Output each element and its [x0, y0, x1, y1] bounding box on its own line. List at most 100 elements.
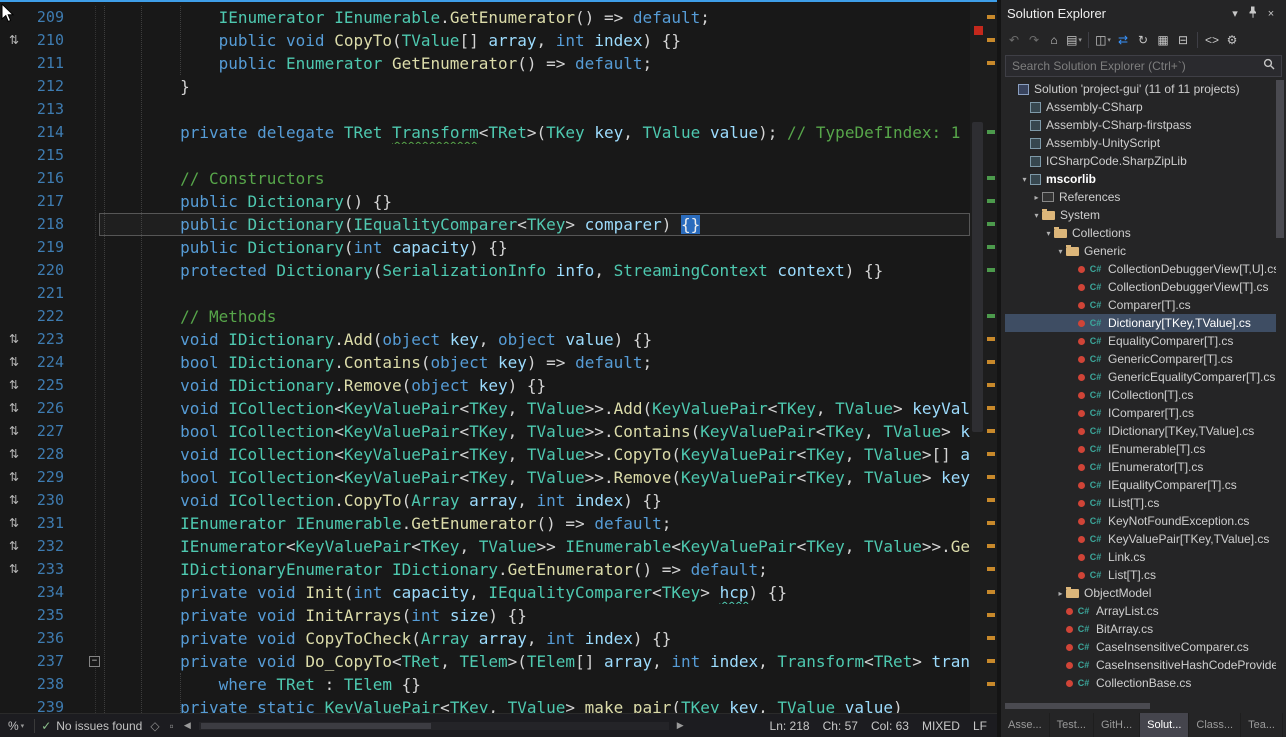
editor-horizontal-scrollbar[interactable] — [199, 722, 669, 730]
panel-tab-asse[interactable]: Asse... — [1001, 713, 1050, 737]
search-icon[interactable] — [1263, 57, 1275, 75]
code-line-220[interactable]: 220 protected Dictionary(SerializationIn… — [0, 259, 970, 282]
interface-impl-icon[interactable]: ⇅ — [0, 374, 28, 397]
pin-icon[interactable] — [1244, 6, 1262, 21]
code-line-232[interactable]: ⇅232 IEnumerator<KeyValuePair<TKey, TVal… — [0, 535, 970, 558]
tree-item-equalitycomparer-t-cs[interactable]: C#EqualityComparer[T].cs — [1005, 332, 1276, 350]
encoding-indicator[interactable]: MIXED — [922, 719, 960, 733]
scrollbar-thumb[interactable] — [1276, 80, 1284, 238]
tree-vertical-scrollbar[interactable] — [1275, 78, 1285, 700]
tree-item-list-t-cs[interactable]: C#List[T].cs — [1005, 566, 1276, 584]
tree-item-system[interactable]: ▾System — [1005, 206, 1276, 224]
editor-vertical-scrollbar[interactable] — [970, 2, 985, 713]
tree-horizontal-scrollbar[interactable] — [1005, 702, 1265, 710]
search-input[interactable] — [1012, 59, 1259, 73]
interface-impl-icon[interactable]: ⇅ — [0, 420, 28, 443]
tree-item-idictionary-tkey-tvalue-cs[interactable]: C#IDictionary[TKey,TValue].cs — [1005, 422, 1276, 440]
scroll-left-icon[interactable]: ◀ — [182, 720, 193, 731]
tree-item-arraylist-cs[interactable]: C#ArrayList.cs — [1005, 602, 1276, 620]
properties-icon[interactable]: ⚙ — [1223, 30, 1241, 50]
tree-item-icollection-t-cs[interactable]: C#ICollection[T].cs — [1005, 386, 1276, 404]
chevron-collapsed-icon[interactable]: ▸ — [1055, 589, 1066, 598]
chevron-expanded-icon[interactable]: ▾ — [1055, 247, 1066, 256]
code-line-224[interactable]: ⇅224 bool IDictionary.Contains(object ke… — [0, 351, 970, 374]
code-cleanup-icon[interactable]: ◇ — [148, 719, 161, 733]
tree-item-ienumerator-t-cs[interactable]: C#IEnumerator[T].cs — [1005, 458, 1276, 476]
code-editor[interactable]: 209 IEnumerator IEnumerable.GetEnumerato… — [0, 0, 997, 713]
tree-item-assembly-unityscript[interactable]: Assembly-UnityScript — [1005, 134, 1276, 152]
code-line-222[interactable]: 222 // Methods — [0, 305, 970, 328]
tree-item-assembly-csharp-firstpass[interactable]: Assembly-CSharp-firstpass — [1005, 116, 1276, 134]
scrollbar-thumb[interactable] — [201, 723, 431, 729]
code-line-230[interactable]: ⇅230 void ICollection.CopyTo(Array array… — [0, 489, 970, 512]
zoom-control[interactable]: % ▾ — [4, 719, 28, 733]
panel-tab-solut[interactable]: Solut... — [1140, 713, 1189, 737]
code-line-219[interactable]: 219 public Dictionary(int capacity) {} — [0, 236, 970, 259]
view-code-icon[interactable]: <> — [1203, 30, 1221, 50]
tree-item-collectiondebuggerview-t-cs[interactable]: C#CollectionDebuggerView[T].cs — [1005, 278, 1276, 296]
code-line-233[interactable]: ⇅233 IDictionaryEnumerator IDictionary.G… — [0, 558, 970, 581]
chevron-collapsed-icon[interactable]: ▸ — [1031, 193, 1042, 202]
interface-impl-icon[interactable]: ⇅ — [0, 466, 28, 489]
tree-item-solution-project-gui-11-of-11-projects[interactable]: Solution 'project-gui' (11 of 11 project… — [1005, 80, 1276, 98]
tree-item-references[interactable]: ▸References — [1005, 188, 1276, 206]
code-line-210[interactable]: ⇅210 public void CopyTo(TValue[] array, … — [0, 29, 970, 52]
fold-collapse-icon[interactable]: − — [89, 656, 100, 667]
tree-item-objectmodel[interactable]: ▸ObjectModel — [1005, 584, 1276, 602]
tree-item-mscorlib[interactable]: ▾mscorlib — [1005, 170, 1276, 188]
code-line-223[interactable]: ⇅223 void IDictionary.Add(object key, ob… — [0, 328, 970, 351]
panel-tab-test[interactable]: Test... — [1050, 713, 1094, 737]
panel-tab-gith[interactable]: GitH... — [1094, 713, 1140, 737]
tree-item-collectiondebuggerview-t-u-cs[interactable]: C#CollectionDebuggerView[T,U].cs — [1005, 260, 1276, 278]
scroll-right-icon[interactable]: ▶ — [675, 720, 686, 731]
collapse-all-icon[interactable]: ⊟ — [1174, 30, 1192, 50]
search-box[interactable] — [1005, 55, 1282, 77]
code-line-234[interactable]: 234 private void Init(int capacity, IEqu… — [0, 581, 970, 604]
panel-tab-class[interactable]: Class... — [1189, 713, 1241, 737]
tree-item-comparer-t-cs[interactable]: C#Comparer[T].cs — [1005, 296, 1276, 314]
code-line-231[interactable]: ⇅231 IEnumerator IEnumerable.GetEnumerat… — [0, 512, 970, 535]
chevron-expanded-icon[interactable]: ▾ — [1043, 229, 1054, 238]
forward-icon[interactable]: ↷ — [1025, 30, 1043, 50]
sync-with-active-document-icon[interactable]: ⇄ — [1114, 30, 1132, 50]
code-line-218[interactable]: 218 public Dictionary(IEqualityComparer<… — [0, 213, 970, 236]
interface-impl-icon[interactable]: ⇅ — [0, 351, 28, 374]
show-all-files-icon[interactable]: ▦ — [1154, 30, 1172, 50]
tree-item-caseinsensitivecomparer-cs[interactable]: C#CaseInsensitiveComparer.cs — [1005, 638, 1276, 656]
tree-item-iequalitycomparer-t-cs[interactable]: C#IEqualityComparer[T].cs — [1005, 476, 1276, 494]
code-line-228[interactable]: ⇅228 void ICollection<KeyValuePair<TKey,… — [0, 443, 970, 466]
tree-item-genericcomparer-t-cs[interactable]: C#GenericComparer[T].cs — [1005, 350, 1276, 368]
interface-impl-icon[interactable]: ⇅ — [0, 397, 28, 420]
tree-item-keynotfoundexception-cs[interactable]: C#KeyNotFoundException.cs — [1005, 512, 1276, 530]
switch-views-icon[interactable]: ▤▾ — [1065, 30, 1083, 50]
code-line-229[interactable]: ⇅229 bool ICollection<KeyValuePair<TKey,… — [0, 466, 970, 489]
code-line-239[interactable]: 239 private static KeyValuePair<TKey, TV… — [0, 696, 970, 713]
interface-impl-icon[interactable]: ⇅ — [0, 29, 28, 52]
tree-item-ienumerable-t-cs[interactable]: C#IEnumerable[T].cs — [1005, 440, 1276, 458]
code-line-217[interactable]: 217 public Dictionary() {} — [0, 190, 970, 213]
code-line-227[interactable]: ⇅227 bool ICollection<KeyValuePair<TKey,… — [0, 420, 970, 443]
overview-ruler[interactable] — [985, 0, 997, 713]
tree-item-bitarray-cs[interactable]: C#BitArray.cs — [1005, 620, 1276, 638]
track-changes-icon[interactable]: ▫ — [168, 719, 176, 733]
tree-item-icomparer-t-cs[interactable]: C#IComparer[T].cs — [1005, 404, 1276, 422]
code-line-216[interactable]: 216 // Constructors — [0, 167, 970, 190]
tree-item-collectionbase-cs[interactable]: C#CollectionBase.cs — [1005, 674, 1276, 692]
code-line-214[interactable]: 214 private delegate TRet Transform<TRet… — [0, 121, 970, 144]
code-line-235[interactable]: 235 private void InitArrays(int size) {} — [0, 604, 970, 627]
code-line-213[interactable]: 213 — [0, 98, 970, 121]
interface-impl-icon[interactable]: ⇅ — [0, 535, 28, 558]
code-line-226[interactable]: ⇅226 void ICollection<KeyValuePair<TKey,… — [0, 397, 970, 420]
code-line-221[interactable]: 221 — [0, 282, 970, 305]
document-health-indicator[interactable]: ✓ No issues found — [41, 719, 142, 733]
scrollbar-thumb[interactable] — [1005, 703, 1150, 709]
tree-item-genericequalitycomparer-t-cs[interactable]: C#GenericEqualityComparer[T].cs — [1005, 368, 1276, 386]
tree-item-link-cs[interactable]: C#Link.cs — [1005, 548, 1276, 566]
tree-item-collections[interactable]: ▾Collections — [1005, 224, 1276, 242]
tree-item-dictionary-tkey-tvalue-cs[interactable]: C#Dictionary[TKey,TValue].cs — [1005, 314, 1276, 332]
code-line-237[interactable]: 237− private void Do_CopyTo<TRet, TElem>… — [0, 650, 970, 673]
code-line-211[interactable]: 211 public Enumerator GetEnumerator() =>… — [0, 52, 970, 75]
code-line-236[interactable]: 236 private void CopyToCheck(Array array… — [0, 627, 970, 650]
code-line-212[interactable]: 212 } — [0, 75, 970, 98]
window-menu-icon[interactable]: ▾ — [1226, 7, 1244, 20]
